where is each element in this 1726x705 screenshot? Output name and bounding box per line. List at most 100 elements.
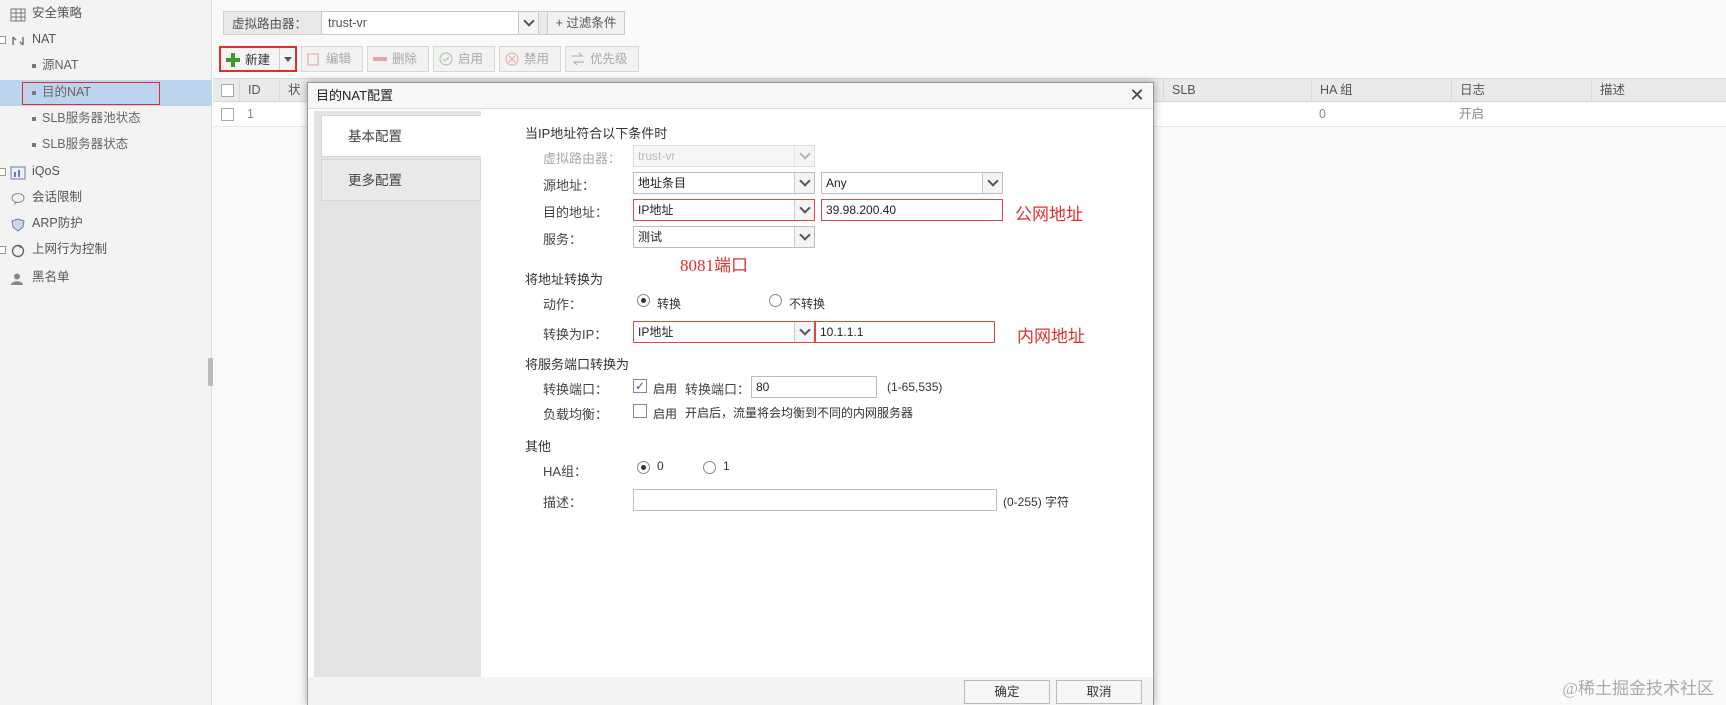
service-select[interactable]: 测试	[633, 226, 815, 248]
sidebar-item-label: 安全策略	[32, 6, 83, 20]
dialog-content: 当IP地址符合以下条件时 虚拟路由器： trust-vr 源地址： 地址条目 A…	[481, 111, 1147, 677]
action-label: 动作：	[543, 297, 583, 312]
col-ha-group[interactable]: HA 组	[1311, 79, 1451, 101]
translate-port-inner-label: 转换端口：	[685, 382, 751, 397]
close-icon[interactable]: ✕	[1129, 86, 1145, 104]
bullet-icon	[32, 116, 36, 121]
bullet-icon	[32, 63, 36, 68]
minus-icon	[373, 57, 387, 61]
description-hint: (0-255) 字符	[1003, 495, 1070, 509]
description-input[interactable]	[633, 489, 997, 511]
load-balance-enable-checkbox[interactable]	[633, 404, 647, 418]
action-translate-radio[interactable]	[637, 294, 650, 307]
section-match-title: 当IP地址符合以下条件时	[525, 126, 668, 141]
load-balance-enable-label: 启用	[653, 407, 678, 421]
nat-expander-icon[interactable]	[0, 36, 6, 44]
chevron-down-icon	[982, 173, 1002, 193]
tab-basic-config[interactable]: 基本配置	[321, 115, 481, 157]
bullet-icon	[32, 142, 36, 147]
col-slb[interactable]: SLB	[1163, 79, 1311, 101]
section-port-title: 将服务端口转换为	[525, 357, 630, 372]
virtual-router-select[interactable]: trust-vr	[321, 11, 539, 35]
new-button[interactable]: 新建	[219, 46, 297, 72]
sidebar-item-slb-pool-status[interactable]: SLB服务器池状态	[32, 107, 141, 129]
tab-more-config[interactable]: 更多配置	[321, 159, 481, 201]
tab-column: 基本配置 更多配置	[314, 111, 481, 677]
sidebar-item-label: SLB服务器状态	[42, 137, 129, 151]
sidebar-item-destination-nat[interactable]: 目的NAT	[32, 81, 91, 103]
port-range-hint: (1-65,535)	[887, 380, 943, 394]
source-address-label: 源地址：	[543, 178, 596, 193]
service-label: 服务：	[543, 232, 583, 247]
behavior-expander-icon[interactable]	[0, 246, 6, 254]
col-log[interactable]: 日志	[1451, 79, 1591, 101]
sidebar-item-nat[interactable]: NAT	[10, 28, 56, 50]
chevron-down-icon	[518, 12, 538, 34]
priority-button[interactable]: 优先级	[565, 46, 639, 72]
section-translate-title: 将地址转换为	[525, 272, 604, 287]
qos-icon	[10, 165, 26, 180]
shield-icon	[10, 217, 26, 232]
action-no-translate-label: 不转换	[789, 297, 826, 311]
action-no-translate-radio[interactable]	[769, 294, 782, 307]
annotation-port: 8081端口	[680, 256, 748, 275]
translate-ip-type-select[interactable]: IP地址	[633, 321, 815, 343]
translate-port-enable-checkbox[interactable]: ✓	[633, 379, 647, 393]
translate-ip-input[interactable]: 10.1.1.1	[815, 321, 995, 343]
new-dropdown-arrow[interactable]	[279, 48, 295, 70]
ha-group-0-label: 0	[657, 459, 664, 473]
translate-ip-label: 转换为IP：	[543, 327, 608, 342]
sidebar-item-blacklist[interactable]: 黑名单	[10, 266, 70, 288]
dialog-body: 基本配置 更多配置 当IP地址符合以下条件时 虚拟路由器： trust-vr 源…	[314, 111, 1147, 677]
col-description[interactable]: 描述	[1591, 79, 1726, 101]
source-address-type-select[interactable]: 地址条目	[633, 172, 815, 194]
destination-nat-dialog: 目的NAT配置 ✕ 基本配置 更多配置 当IP地址符合以下条件时 虚拟路由器： …	[307, 82, 1154, 705]
annotation-private-address: 内网地址	[1017, 327, 1085, 346]
destination-address-type-select[interactable]: IP地址	[633, 199, 815, 221]
ha-group-1-radio[interactable]	[703, 461, 716, 474]
col-id[interactable]: ID	[239, 79, 279, 101]
translate-port-label: 转换端口：	[543, 382, 609, 397]
bullet-icon	[32, 90, 36, 95]
row-id: 1	[247, 107, 254, 121]
toolbar: 新建 编辑 删除 启用 禁用 优先级	[213, 46, 1726, 74]
user-icon	[10, 271, 26, 285]
dialog-title: 目的NAT配置	[308, 83, 1153, 109]
sidebar-item-internet-behavior[interactable]: 上网行为控制	[10, 238, 107, 260]
description-label: 描述：	[543, 495, 583, 510]
sidebar-item-slb-server-status[interactable]: SLB服务器状态	[32, 133, 128, 155]
chevron-down-icon	[794, 200, 814, 220]
edit-button[interactable]: 编辑	[301, 46, 363, 72]
ok-button[interactable]: 确定	[964, 680, 1050, 704]
destination-ip-input[interactable]: 39.98.200.40	[821, 199, 1003, 221]
enable-button[interactable]: 启用	[433, 46, 495, 72]
disable-button[interactable]: 禁用	[499, 46, 561, 72]
iqos-expander-icon[interactable]	[0, 168, 6, 176]
row-checkbox[interactable]	[221, 108, 234, 121]
select-all-checkbox[interactable]	[221, 84, 234, 97]
delete-button[interactable]: 删除	[367, 46, 429, 72]
cancel-button[interactable]: 取消	[1056, 680, 1142, 704]
ha-group-1-label: 1	[723, 459, 730, 473]
add-filter-button[interactable]: + 过滤条件	[547, 11, 625, 35]
sidebar-item-session-limit[interactable]: 会话限制	[10, 186, 82, 208]
chevron-down-icon	[794, 146, 814, 166]
section-other-title: 其他	[525, 439, 552, 454]
x-circle-icon	[505, 52, 519, 66]
sidebar-item-iqos[interactable]: iQoS	[10, 160, 60, 182]
load-balance-hint: 开启后，流量将会均衡到不同的内网服务器	[685, 406, 914, 420]
vr-select: trust-vr	[633, 145, 815, 167]
sidebar-item-label: 源NAT	[42, 58, 79, 72]
source-address-value-select[interactable]: Any	[821, 172, 1003, 194]
sidebar-item-arp-protection[interactable]: ARP防护	[10, 212, 83, 234]
check-circle-icon	[439, 52, 453, 66]
sidebar-item-security-policy[interactable]: 安全策略	[10, 2, 82, 24]
ha-group-0-radio[interactable]	[637, 461, 650, 474]
sidebar-item-source-nat[interactable]: 源NAT	[32, 54, 79, 76]
globe-icon	[10, 243, 26, 257]
sidebar-item-label: SLB服务器池状态	[42, 111, 141, 125]
sidebar-item-label: 黑名单	[32, 270, 70, 284]
load-balance-label: 负载均衡：	[543, 407, 609, 422]
translate-port-input[interactable]: 80	[751, 376, 877, 398]
chat-icon	[10, 191, 26, 205]
